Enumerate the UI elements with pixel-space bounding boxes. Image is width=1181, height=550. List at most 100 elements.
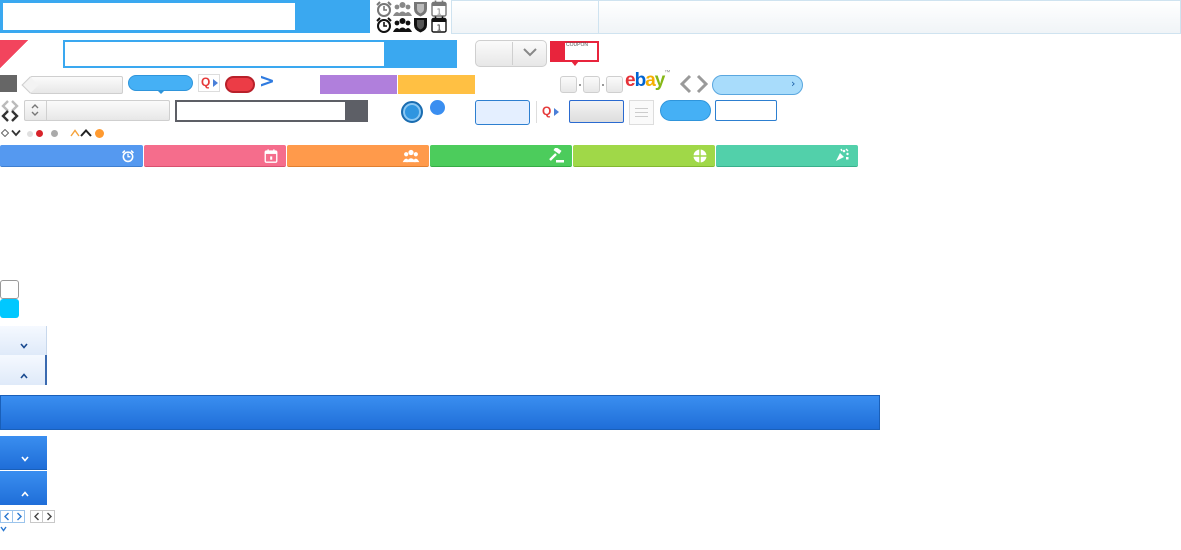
yellow-bar[interactable]: [398, 75, 475, 94]
ebay-b: b: [634, 70, 647, 91]
spin-up-blue-button[interactable]: [0, 471, 47, 505]
ball-icon: [693, 149, 707, 162]
dropdown-divider: [512, 42, 513, 65]
chevron-up-icon: [21, 491, 29, 497]
svg-text:1: 1: [436, 24, 441, 33]
spinner-divider: [46, 101, 47, 120]
caret-down-tiny-icon[interactable]: [0, 526, 7, 532]
red-pill-button[interactable]: [225, 76, 255, 93]
q-search-icon-2[interactable]: Q: [542, 104, 551, 118]
top-search-button[interactable]: [296, 0, 370, 33]
category-tile-calendar[interactable]: [144, 145, 286, 167]
chevron-left-icon[interactable]: [3, 512, 11, 521]
chevron-up-icon: [20, 373, 28, 379]
dark-input-field[interactable]: [175, 100, 368, 122]
grey-dot[interactable]: [51, 130, 58, 137]
confetti-icon: [836, 148, 849, 161]
top-search-input[interactable]: [3, 3, 295, 30]
tab-second[interactable]: [600, 1, 1180, 33]
light-blue-box-button[interactable]: [475, 100, 530, 125]
chevron-down-icon: [21, 456, 29, 462]
alarm-clock-icon: [375, 17, 393, 33]
second-search-input[interactable]: [65, 42, 384, 66]
spin-up-light-button[interactable]: [0, 355, 47, 385]
menu-line: [635, 108, 648, 109]
chevron-right-icon[interactable]: [45, 512, 53, 521]
second-search-button[interactable]: [386, 40, 457, 68]
dark-square: [0, 75, 17, 92]
q-search-divider: [536, 101, 537, 123]
chevron-right-small-icon: ›: [791, 77, 796, 90]
pager-divider: [12, 511, 13, 522]
light-blue-pill-button[interactable]: [712, 75, 803, 95]
orange-dot[interactable]: [95, 129, 104, 138]
calendar-icon: [264, 148, 278, 163]
ebay-y: y: [654, 70, 666, 91]
speech-bubble-button[interactable]: [128, 75, 193, 91]
coupon-logo: [552, 43, 565, 60]
blue-dot[interactable]: [430, 100, 445, 115]
group-icon: [393, 17, 412, 33]
gavel-icon: [549, 148, 564, 163]
calendar-icon: 1: [431, 0, 447, 17]
spin-down-blue-button[interactable]: [0, 436, 47, 470]
shield-icon: [413, 17, 428, 33]
group-icon: [402, 149, 420, 162]
chevron-left-icon[interactable]: [33, 512, 41, 521]
radio-selected[interactable]: [401, 101, 423, 123]
speech-bubble-tail: [157, 90, 165, 94]
ebay-a: a: [645, 70, 656, 91]
q-search-arrow-2: [554, 108, 559, 116]
grey-dot-light[interactable]: [27, 131, 33, 137]
category-tile-auction[interactable]: [430, 145, 572, 167]
back-tab-button[interactable]: [30, 76, 123, 94]
caret-up-orange-icon[interactable]: [70, 129, 80, 137]
q-search-arrow: [213, 79, 218, 87]
spin-down-light-button[interactable]: [0, 326, 47, 355]
separator-dot: [602, 84, 604, 86]
dark-input-button[interactable]: [345, 100, 368, 122]
chevron-down-icon: [20, 343, 28, 349]
alarm-clock-icon: [122, 149, 134, 162]
small-square-button-3[interactable]: [606, 76, 623, 93]
menu-line: [635, 112, 648, 113]
small-square-button-2[interactable]: [583, 76, 600, 93]
small-square-button-1[interactable]: [560, 76, 577, 93]
category-tile-alarm[interactable]: [0, 145, 143, 167]
outlined-button[interactable]: [569, 100, 624, 123]
checkbox-cyan[interactable]: [0, 299, 19, 318]
category-tile-people[interactable]: [287, 145, 429, 167]
corner-ribbon: [0, 40, 28, 68]
diamond-icon: [1, 129, 9, 137]
ebay-logo[interactable]: ebay™: [625, 70, 670, 94]
group-icon: [393, 1, 412, 17]
chevron-down-icon: [522, 46, 538, 58]
category-tile-basketball[interactable]: [573, 145, 715, 167]
caret-up-dark-icon[interactable]: [80, 129, 92, 137]
pager-divider: [42, 511, 43, 522]
outlined-blue-button[interactable]: [715, 100, 777, 121]
sort-arrows-icon[interactable]: [0, 99, 20, 123]
category-tile-party[interactable]: [716, 145, 858, 167]
checkbox-empty[interactable]: [0, 280, 19, 299]
coupon-label: COUPON: [566, 42, 588, 48]
shield-icon: [413, 1, 428, 17]
ebay-e: e: [625, 70, 636, 91]
alarm-clock-icon: [375, 1, 393, 17]
separator-dot: [579, 84, 581, 86]
chevron-down-small-icon[interactable]: [11, 129, 21, 137]
calendar-icon: 1: [431, 16, 447, 33]
ebay-tm: ™: [664, 70, 670, 76]
purple-bar[interactable]: [320, 75, 397, 94]
coupon-pointer: [571, 61, 579, 66]
menu-line: [635, 116, 648, 117]
spinner-up-down-icon[interactable]: [30, 102, 40, 118]
q-search-letter: Q: [201, 75, 211, 89]
wide-blue-bar[interactable]: [0, 395, 880, 430]
chevron-right-icon[interactable]: [15, 512, 23, 521]
chevron-right-icon[interactable]: >: [259, 72, 275, 91]
blue-pill-button[interactable]: [660, 100, 711, 121]
code-brackets-icon[interactable]: [680, 74, 708, 94]
tab-first[interactable]: [452, 1, 599, 33]
red-dot[interactable]: [36, 130, 43, 137]
